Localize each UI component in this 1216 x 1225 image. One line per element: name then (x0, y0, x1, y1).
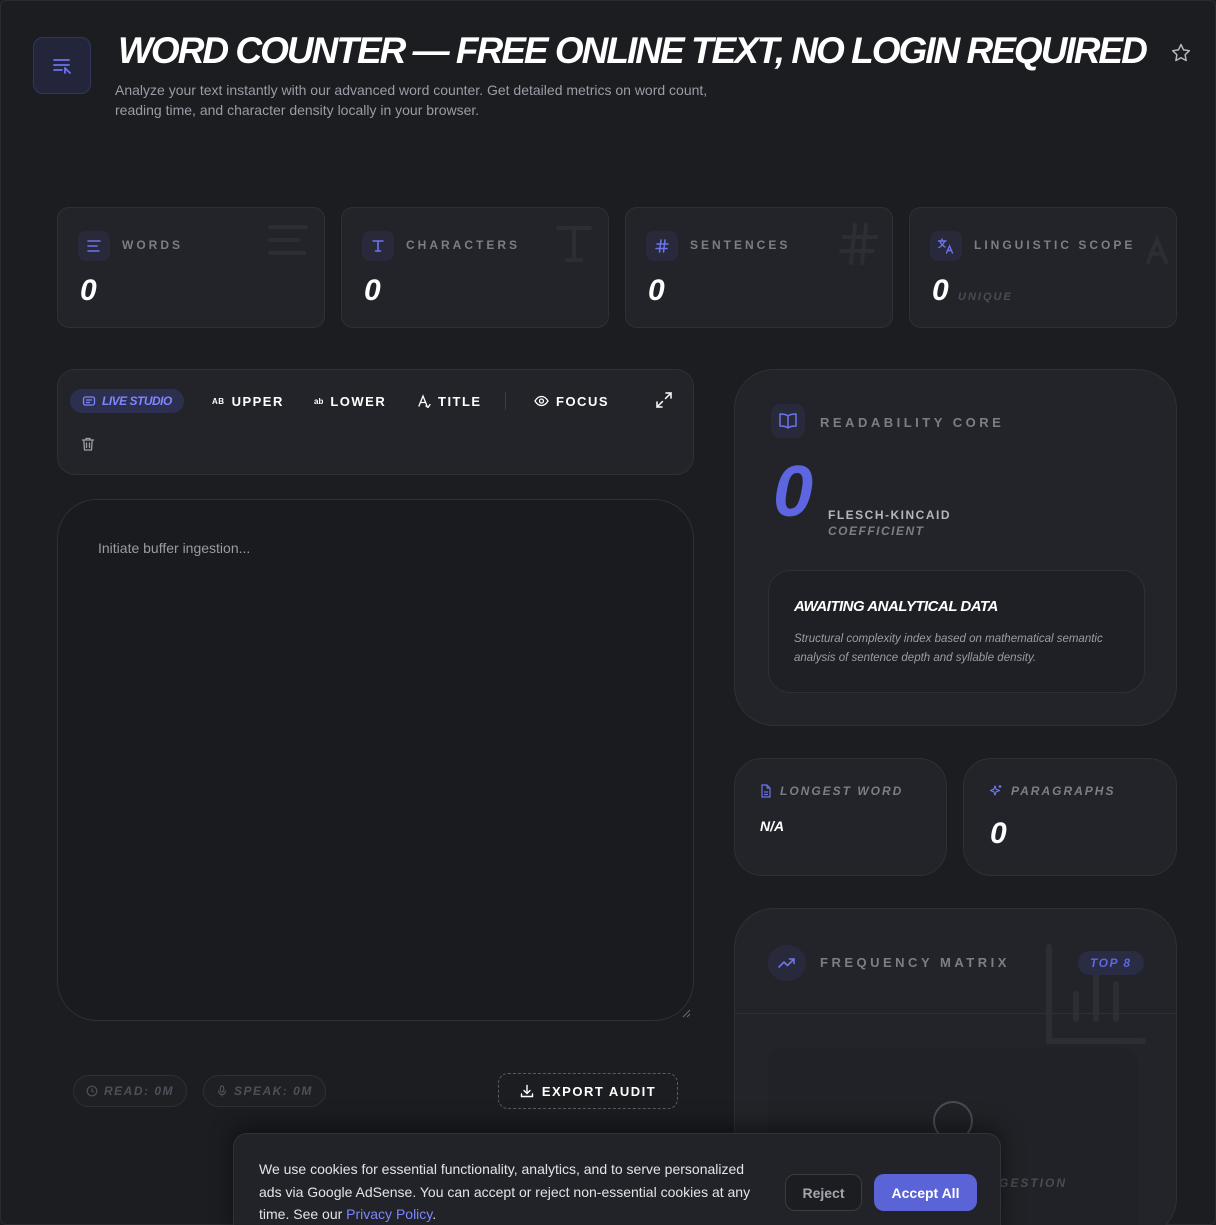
readability-status-box: AWAITING ANALYTICAL DATA Structural comp… (768, 570, 1145, 693)
cookie-text-end: . (432, 1206, 437, 1222)
file-icon (760, 784, 772, 798)
align-left-icon (78, 231, 110, 261)
longest-word-header: LONGEST WORD (760, 784, 903, 798)
titlecase-label: TITLE (438, 393, 482, 409)
page-title: WORD COUNTER — FREE ONLINE TEXT, NO LOGI… (118, 30, 1148, 71)
translate-icon (1134, 222, 1174, 266)
frequency-label: FREQUENCY MATRIX (820, 955, 1010, 970)
stat-card-characters: CHARACTERS 0 (341, 207, 609, 328)
readability-status-description: Structural complexity index based on mat… (794, 633, 1103, 664)
focus-label: FOCUS (556, 393, 609, 409)
text-lines-icon (52, 57, 72, 75)
reject-cookies-button[interactable]: Reject (785, 1174, 862, 1211)
stat-label: LINGUISTIC SCOPE (974, 238, 1136, 252)
top-8-badge: TOP 8 (1078, 951, 1144, 975)
stat-value: 0 (648, 274, 665, 307)
hash-icon (646, 231, 678, 261)
fullscreen-button[interactable] (650, 386, 678, 414)
trending-up-icon (768, 945, 806, 981)
microphone-icon (216, 1085, 228, 1097)
page-subtitle: Analyze your text instantly with our adv… (115, 82, 708, 118)
stat-card-linguistic-scope: LINGUISTIC SCOPE 0 UNIQUE (909, 207, 1177, 328)
paragraphs-label: PARAGRAPHS (1011, 784, 1116, 798)
type-icon (554, 222, 594, 266)
text-input[interactable] (98, 540, 658, 980)
expand-icon (650, 386, 678, 414)
paragraphs-header: PARAGRAPHS (989, 784, 1115, 798)
stat-value: 0 (364, 274, 381, 307)
stat-label: WORDS (122, 238, 183, 252)
resize-handle[interactable] (681, 1008, 691, 1018)
title-case-icon (417, 394, 431, 408)
type-icon (362, 231, 394, 261)
text-editor-panel (57, 499, 694, 1021)
read-time-badge: READ: 0M (73, 1075, 188, 1107)
cookie-message: We use cookies for essential functionali… (259, 1158, 769, 1225)
titlecase-button[interactable]: TITLE (417, 390, 482, 412)
cookie-banner: We use cookies for essential functionali… (233, 1133, 1001, 1225)
sparkle-icon (989, 784, 1003, 798)
stat-value: 0 (80, 274, 97, 307)
live-icon (82, 395, 96, 407)
accept-cookies-button[interactable]: Accept All (874, 1174, 977, 1211)
export-label: EXPORT AUDIT (541, 1083, 657, 1099)
lowercase-label: LOWER (330, 393, 387, 409)
frequency-status: GESTION (999, 1176, 1068, 1190)
stat-value: 0 (932, 274, 949, 307)
translate-icon (930, 231, 962, 261)
stat-label: SENTENCES (690, 238, 791, 252)
stat-label: CHARACTERS (406, 238, 520, 252)
eye-icon (534, 395, 549, 407)
privacy-policy-link[interactable]: Privacy Policy (346, 1206, 432, 1222)
download-icon (520, 1084, 534, 1098)
lowercase-icon: ab (314, 396, 324, 406)
export-audit-button[interactable]: EXPORT AUDIT (498, 1073, 678, 1109)
stat-card-sentences: SENTENCES 0 (625, 207, 893, 328)
clear-button[interactable] (80, 436, 96, 452)
readability-metric-type: COEFFICIENT (828, 524, 925, 538)
live-studio-toggle[interactable]: LIVE STUDIO (70, 389, 184, 413)
logo[interactable] (33, 37, 91, 94)
toolbar-divider (505, 392, 506, 410)
stat-suffix: UNIQUE (958, 291, 1013, 303)
lowercase-button[interactable]: ab LOWER (314, 390, 386, 412)
readability-metric-name: FLESCH-KINCAID (828, 508, 951, 522)
book-icon (771, 404, 805, 438)
readability-status-title: AWAITING ANALYTICAL DATA (794, 598, 998, 615)
longest-word-value: N/A (760, 818, 785, 834)
uppercase-icon: AB (212, 396, 225, 406)
frequency-divider (735, 1013, 1176, 1014)
hash-icon (838, 222, 878, 266)
align-left-icon (266, 222, 310, 258)
focus-button[interactable]: FOCUS (534, 390, 609, 412)
paragraphs-value: 0 (990, 817, 1007, 850)
star-icon (1170, 42, 1192, 64)
stat-card-words: WORDS 0 (57, 207, 325, 328)
read-time-label: READ: 0M (104, 1084, 175, 1098)
readability-label: READABILITY CORE (820, 415, 1005, 430)
cookie-text: We use cookies for essential functionali… (259, 1161, 751, 1222)
trash-icon (80, 436, 96, 452)
longest-word-card: LONGEST WORD N/A (734, 758, 947, 876)
speak-time-label: SPEAK: 0M (234, 1084, 313, 1098)
uppercase-button[interactable]: AB UPPER (212, 390, 284, 412)
favorite-button[interactable] (1170, 42, 1192, 64)
uppercase-label: UPPER (231, 393, 284, 409)
editor-toolbar: LIVE STUDIO AB UPPER ab LOWER TITLE FOCU… (57, 369, 694, 475)
clock-icon (86, 1085, 98, 1097)
longest-word-label: LONGEST WORD (780, 784, 904, 798)
readability-panel: READABILITY CORE 0 FLESCH-KINCAID COEFFI… (734, 369, 1177, 726)
live-studio-label: LIVE STUDIO (102, 394, 172, 408)
speak-time-badge: SPEAK: 0M (203, 1075, 326, 1107)
readability-score: 0 (773, 452, 814, 532)
paragraphs-card: PARAGRAPHS 0 (963, 758, 1177, 876)
